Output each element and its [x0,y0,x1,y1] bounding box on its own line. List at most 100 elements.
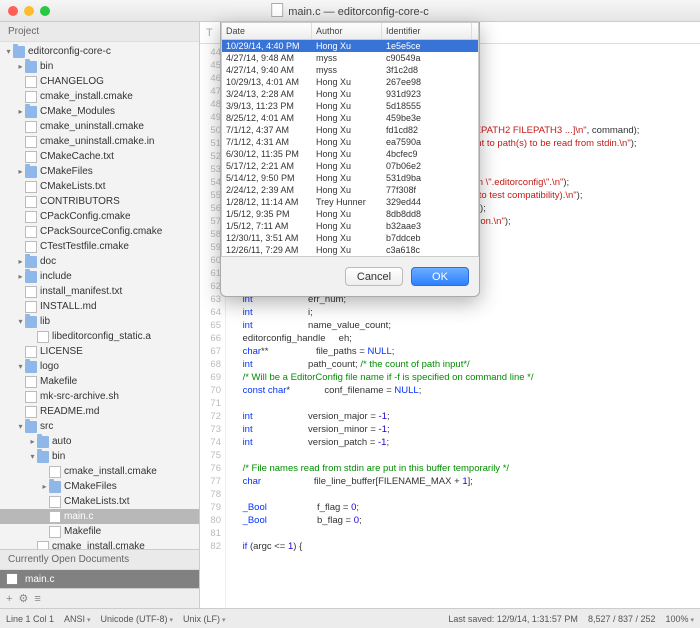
tree-label: CMake_Modules [40,106,115,117]
history-row[interactable]: 12/30/11, 3:51 AMHong Xub7ddceb [222,232,478,244]
tree-folder[interactable]: ▾bin [0,449,199,464]
history-row[interactable]: 3/9/13, 11:23 PMHong Xu5d18555 [222,100,478,112]
status-zoom[interactable]: 100% [666,614,695,624]
tree-file[interactable]: mk-src-archive.sh [0,389,199,404]
tree-file[interactable]: cmake_install.cmake [0,464,199,479]
tree-folder[interactable]: ▸auto [0,434,199,449]
history-row[interactable]: 6/30/12, 11:35 PMHong Xu4bcfec9 [222,148,478,160]
tree-file[interactable]: install_manifest.txt [0,284,199,299]
disclosure-triangle[interactable]: ▸ [16,167,25,176]
tree-file[interactable]: README.md [0,404,199,419]
disclosure-triangle[interactable]: ▾ [4,47,13,56]
history-row[interactable]: 10/29/14, 4:40 PMHong Xu1e5e5ce [222,40,478,52]
tree-file[interactable]: CTestTestfile.cmake [0,239,199,254]
col-author[interactable]: Author [312,23,382,39]
file-icon [25,241,37,253]
tree-file[interactable]: libeditorconfig_static.a [0,329,199,344]
tree-folder[interactable]: ▸bin [0,59,199,74]
file-icon [25,391,37,403]
history-row[interactable]: 5/17/12, 2:21 AMHong Xu07b06e2 [222,160,478,172]
history-row[interactable]: 1/28/12, 11:14 AMTrey Hunner329ed44 [222,196,478,208]
sidebar-footer: + ⚙ ≡ [0,588,199,608]
open-doc-item[interactable]: main.c [0,570,199,588]
add-icon[interactable]: + [6,593,12,605]
zoom-button[interactable] [40,6,50,16]
history-row[interactable]: 7/1/12, 4:37 AMHong Xufd1cd82 [222,124,478,136]
file-icon [49,466,61,478]
tree-file[interactable]: CMakeCache.txt [0,149,199,164]
project-tree[interactable]: ▾editorconfig-core-c▸binCHANGELOG cmake_i… [0,42,199,549]
cancel-button[interactable]: Cancel [345,267,403,286]
history-row[interactable]: 12/26/11, 7:29 AMHong Xuc3a618c [222,244,478,256]
history-row[interactable]: 3/24/13, 2:28 AMHong Xu931d923 [222,88,478,100]
tree-file[interactable]: main.c [0,509,199,524]
tree-file[interactable]: CPackConfig.cmake [0,209,199,224]
tree-label: install_manifest.txt [40,286,122,297]
history-row[interactable]: 4/27/14, 9:40 AMmyss3f1c2d8 [222,64,478,76]
status-lineending[interactable]: Unix (LF) [183,614,225,624]
disclosure-triangle[interactable]: ▸ [28,437,37,446]
tree-file[interactable]: Makefile [0,374,199,389]
disclosure-triangle[interactable]: ▸ [16,272,25,281]
tree-file[interactable]: Makefile [0,524,199,539]
file-icon [25,406,37,418]
tree-file[interactable]: INSTALL.md [0,299,199,314]
disclosure-triangle[interactable]: ▸ [16,107,25,116]
tree-file[interactable]: CHANGELOG [0,74,199,89]
disclosure-triangle[interactable]: ▾ [16,362,25,371]
history-row[interactable]: 7/1/12, 4:31 AMHong Xuea7590a [222,136,478,148]
folder-icon [37,451,49,463]
tree-folder[interactable]: ▾editorconfig-core-c [0,44,199,59]
tree-file[interactable]: cmake_install.cmake [0,89,199,104]
disclosure-triangle[interactable]: ▸ [16,62,25,71]
history-row[interactable]: 1/5/12, 9:35 PMHong Xu8db8dd8 [222,208,478,220]
history-row[interactable]: 8/25/12, 4:01 AMHong Xu459be3e [222,112,478,124]
tree-file[interactable]: cmake_uninstall.cmake [0,119,199,134]
tree-file[interactable]: CPackSourceConfig.cmake [0,224,199,239]
history-row[interactable]: 10/29/13, 4:01 AMHong Xu267ee98 [222,76,478,88]
close-button[interactable] [8,6,18,16]
tree-label: main.c [64,511,93,522]
file-icon [49,496,61,508]
tree-label: cmake_install.cmake [40,91,133,102]
menu-icon[interactable]: ≡ [34,593,40,605]
status-unicode[interactable]: Unicode (UTF-8) [101,614,173,624]
tree-folder[interactable]: ▸doc [0,254,199,269]
text-mode-icon[interactable]: T [206,27,213,39]
disclosure-triangle[interactable]: ▾ [16,422,25,431]
history-row[interactable]: 4/27/14, 9:48 AMmyssc90549a [222,52,478,64]
file-icon [37,541,49,550]
file-icon [37,331,49,343]
status-enc[interactable]: ANSI [64,614,90,624]
tree-folder[interactable]: ▸CMakeFiles [0,479,199,494]
tree-folder[interactable]: ▾lib [0,314,199,329]
ok-button[interactable]: OK [411,267,469,286]
tree-folder[interactable]: ▸CMakeFiles [0,164,199,179]
tree-label: CPackConfig.cmake [40,211,131,222]
disclosure-triangle[interactable]: ▾ [28,452,37,461]
col-date[interactable]: Date [222,23,312,39]
history-row[interactable]: 1/5/12, 7:11 AMHong Xub32aae3 [222,220,478,232]
tree-folder[interactable]: ▸include [0,269,199,284]
disclosure-triangle[interactable]: ▸ [40,482,49,491]
tree-file[interactable]: CMakeLists.txt [0,179,199,194]
col-identifier[interactable]: Identifier [382,23,472,39]
tree-file[interactable]: cmake_uninstall.cmake.in [0,134,199,149]
minimize-button[interactable] [24,6,34,16]
disclosure-triangle[interactable]: ▸ [16,257,25,266]
file-icon [25,301,37,313]
history-row[interactable]: 5/14/12, 9:50 PMHong Xu531d9ba [222,172,478,184]
gear-icon[interactable]: ⚙ [18,592,28,605]
tree-file[interactable]: CMakeLists.txt [0,494,199,509]
tree-folder[interactable]: ▾src [0,419,199,434]
file-icon [49,526,61,538]
disclosure-triangle[interactable]: ▾ [16,317,25,326]
tree-label: cmake_uninstall.cmake [40,121,144,132]
tree-file[interactable]: LICENSE [0,344,199,359]
tree-file[interactable]: CONTRIBUTORS [0,194,199,209]
tree-folder[interactable]: ▾logo [0,359,199,374]
history-row[interactable]: 2/24/12, 2:39 AMHong Xu77f308f [222,184,478,196]
tree-file[interactable]: cmake_install.cmake [0,539,199,549]
tree-folder[interactable]: ▸ CMake_Modules [0,104,199,119]
history-table[interactable]: Date Author Identifier 10/29/14, 4:40 PM… [221,22,479,257]
